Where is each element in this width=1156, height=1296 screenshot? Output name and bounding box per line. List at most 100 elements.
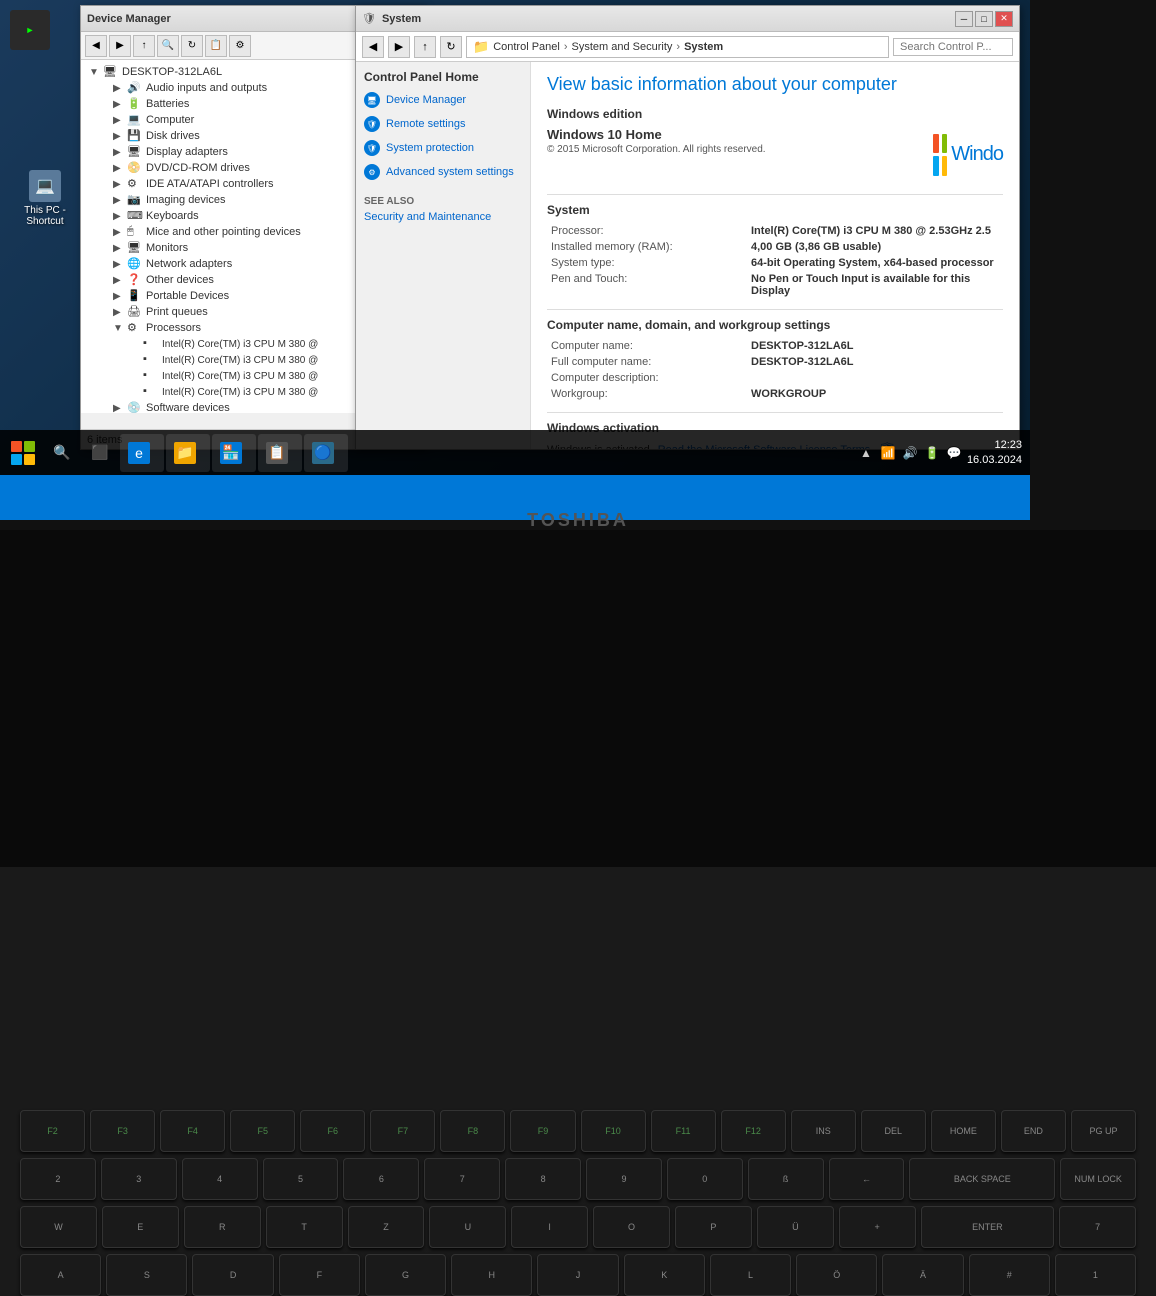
forward-button[interactable]: ▶: [388, 36, 410, 58]
dm-action-btn-1[interactable]: ◀: [85, 35, 107, 57]
fileexplorer-taskbar-btn[interactable]: 📁: [166, 434, 210, 472]
windows-desktop: ► 💻 This PC - Shortcut Device Manager ─ …: [0, 0, 1030, 475]
app-taskbar-btn-1[interactable]: 📋: [258, 434, 302, 472]
key-oe[interactable]: Ö: [796, 1254, 877, 1296]
key-f2[interactable]: F2: [20, 1110, 85, 1152]
dm-action-btn-6[interactable]: 📋: [205, 35, 227, 57]
dm-root-label: DESKTOP-312LA6L: [122, 66, 222, 78]
up-button[interactable]: ↑: [414, 36, 436, 58]
key-f4[interactable]: F4: [160, 1110, 225, 1152]
key-f3[interactable]: F3: [90, 1110, 155, 1152]
app-taskbar-btn-2[interactable]: 🔵: [304, 434, 348, 472]
key-f7[interactable]: F7: [370, 1110, 435, 1152]
search-input[interactable]: [893, 38, 1013, 56]
key-end[interactable]: END: [1001, 1110, 1066, 1152]
key-0[interactable]: 0: [667, 1158, 743, 1200]
key-i[interactable]: I: [511, 1206, 588, 1248]
back-button[interactable]: ◀: [362, 36, 384, 58]
key-f8[interactable]: F8: [440, 1110, 505, 1152]
dm-action-btn-2[interactable]: ▶: [109, 35, 131, 57]
key-home[interactable]: HOME: [931, 1110, 996, 1152]
key-f[interactable]: F: [279, 1254, 360, 1296]
key-5[interactable]: 5: [263, 1158, 339, 1200]
nav-advanced-settings[interactable]: ⚙ Advanced system settings: [364, 164, 522, 180]
key-k[interactable]: K: [624, 1254, 705, 1296]
app-icon-1: 📋: [266, 442, 288, 464]
key-4[interactable]: 4: [182, 1158, 258, 1200]
refresh-button[interactable]: ↻: [440, 36, 462, 58]
key-enter[interactable]: ENTER: [921, 1206, 1055, 1248]
dm-action-btn-7[interactable]: ⚙: [229, 35, 251, 57]
key-p[interactable]: P: [675, 1206, 752, 1248]
key-j[interactable]: J: [537, 1254, 618, 1296]
sys-minimize-btn[interactable]: ─: [955, 11, 973, 27]
clock-area[interactable]: 12:23 16.03.2024: [967, 438, 1026, 467]
this-pc-icon[interactable]: 💻 This PC - Shortcut: [15, 170, 75, 227]
key-arrow-left[interactable]: ←: [829, 1158, 905, 1200]
key-9[interactable]: 9: [586, 1158, 662, 1200]
start-button[interactable]: [4, 434, 42, 472]
key-g[interactable]: G: [365, 1254, 446, 1296]
nav-security-maintenance[interactable]: Security and Maintenance: [364, 211, 522, 223]
key-z[interactable]: Z: [348, 1206, 425, 1248]
key-f11[interactable]: F11: [651, 1110, 716, 1152]
key-6[interactable]: 6: [343, 1158, 419, 1200]
key-u[interactable]: U: [429, 1206, 506, 1248]
item-icon: 💿: [127, 401, 143, 413]
key-l[interactable]: L: [710, 1254, 791, 1296]
key-pgup[interactable]: PG UP: [1071, 1110, 1136, 1152]
key-hash[interactable]: #: [969, 1254, 1050, 1296]
key-r[interactable]: R: [184, 1206, 261, 1248]
key-plus[interactable]: +: [839, 1206, 916, 1248]
nav-remote-settings[interactable]: 🛡 Remote settings: [364, 116, 522, 132]
key-o[interactable]: O: [593, 1206, 670, 1248]
key-2[interactable]: 2: [20, 1158, 96, 1200]
key-w[interactable]: W: [20, 1206, 97, 1248]
control-panel-home-title[interactable]: Control Panel Home: [364, 70, 522, 84]
tray-volume-icon[interactable]: 🔊: [901, 444, 919, 462]
key-num1[interactable]: 1: [1055, 1254, 1136, 1296]
edge-taskbar-btn[interactable]: e: [120, 434, 164, 472]
nav-system-protection[interactable]: 🛡 System protection: [364, 140, 522, 156]
dm-action-btn-5[interactable]: ↻: [181, 35, 203, 57]
key-f5[interactable]: F5: [230, 1110, 295, 1152]
search-taskbar-btn[interactable]: 🔍: [44, 434, 80, 472]
key-f9[interactable]: F9: [510, 1110, 575, 1152]
key-ins[interactable]: INS: [791, 1110, 856, 1152]
key-del[interactable]: DEL: [861, 1110, 926, 1152]
key-f12[interactable]: F12: [721, 1110, 786, 1152]
dm-action-btn-4[interactable]: 🔍: [157, 35, 179, 57]
winamp-icon[interactable]: ►: [10, 10, 50, 50]
tray-battery-icon[interactable]: 🔋: [923, 444, 941, 462]
key-backspace[interactable]: BACK SPACE: [909, 1158, 1055, 1200]
key-a[interactable]: A: [20, 1254, 101, 1296]
key-f10[interactable]: F10: [581, 1110, 646, 1152]
key-num7[interactable]: 7: [1059, 1206, 1136, 1248]
key-8[interactable]: 8: [505, 1158, 581, 1200]
key-t[interactable]: T: [266, 1206, 343, 1248]
store-taskbar-btn[interactable]: 🏪: [212, 434, 256, 472]
tray-chevron-icon[interactable]: ▲: [857, 444, 875, 462]
sys-maximize-btn[interactable]: □: [975, 11, 993, 27]
keyboard-keys: F2 F3 F4 F5 F6 F7 F8 F9 F10 F11 F12 INS …: [20, 1110, 1136, 1296]
nav-device-manager[interactable]: 🖥 Device Manager: [364, 92, 522, 108]
sys-close-btn[interactable]: ✕: [995, 11, 1013, 27]
key-d[interactable]: D: [192, 1254, 273, 1296]
dm-action-btn-3[interactable]: ↑: [133, 35, 155, 57]
key-ae[interactable]: Ä: [882, 1254, 963, 1296]
tray-network-icon[interactable]: 📶: [879, 444, 897, 462]
taskview-taskbar-btn[interactable]: ⬛: [82, 434, 118, 472]
key-e[interactable]: E: [102, 1206, 179, 1248]
system-type-row: System type: 64-bit Operating System, x6…: [547, 255, 1003, 271]
address-path-bar[interactable]: 📁 Control Panel › System and Security › …: [466, 36, 889, 58]
key-ss[interactable]: ß: [748, 1158, 824, 1200]
key-3[interactable]: 3: [101, 1158, 177, 1200]
tray-notification-icon[interactable]: 💬: [945, 444, 963, 462]
key-f6[interactable]: F6: [300, 1110, 365, 1152]
expand-icon: ▶: [113, 307, 127, 318]
key-numlock[interactable]: NUM LOCK: [1060, 1158, 1136, 1200]
key-h[interactable]: H: [451, 1254, 532, 1296]
key-s[interactable]: S: [106, 1254, 187, 1296]
key-7[interactable]: 7: [424, 1158, 500, 1200]
key-ue[interactable]: Ü: [757, 1206, 834, 1248]
